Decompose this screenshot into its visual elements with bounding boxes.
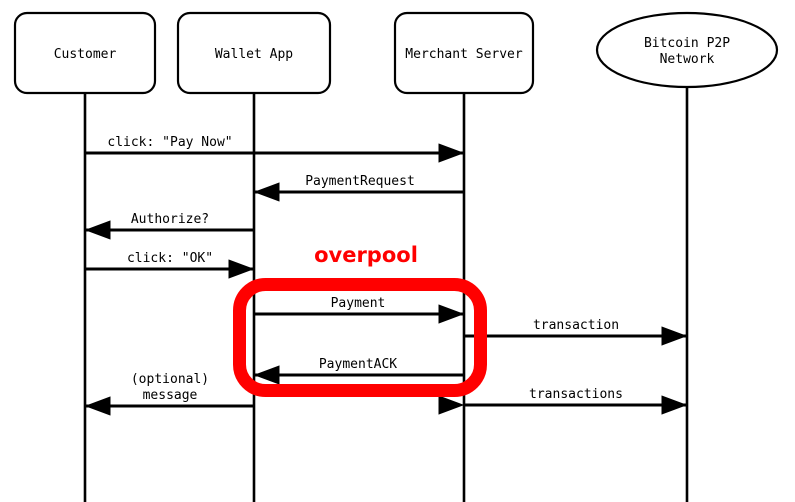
participant-label-customer: Customer <box>54 47 117 62</box>
participant-nodes-group: Customer Wallet App Merchant Server Bitcoin… <box>13 11 779 95</box>
messages-group: click: "Pay Now" PaymentRequest Authorize?… <box>84 135 688 416</box>
message-label-m1: click: "Pay Now" <box>107 135 232 150</box>
message-label-m5: Payment <box>331 296 386 311</box>
overpool-annotation-label: overpool <box>314 243 418 267</box>
participant-label-wallet: Wallet App <box>215 47 293 62</box>
participant-customer[interactable]: Customer <box>13 11 157 95</box>
message-m2: PaymentRequest <box>253 174 464 202</box>
message-m4: click: "OK" <box>85 251 255 279</box>
message-label-m8: message <box>143 388 198 403</box>
participant-merchant[interactable]: Merchant Server <box>393 11 535 95</box>
message-m5: Payment <box>254 296 465 324</box>
message-m7: PaymentACK <box>253 357 464 385</box>
message-label-m7: PaymentACK <box>319 357 397 372</box>
participant-label-merchant: Merchant Server <box>405 47 523 62</box>
participant-label-network: Network <box>660 52 715 67</box>
message-m9: transactions <box>438 387 688 415</box>
participant-wallet[interactable]: Wallet App <box>176 11 332 95</box>
message-m3: Authorize? <box>84 212 254 240</box>
message-m1: click: "Pay Now" <box>85 135 465 163</box>
sequence-diagram: Customer Wallet App Merchant Server Bitcoin… <box>13 11 779 502</box>
message-label-m8: (optional) <box>131 372 209 387</box>
diagram-canvas: Customer Wallet App Merchant Server Bitcoin… <box>0 0 795 502</box>
message-label-m2: PaymentRequest <box>305 174 415 189</box>
message-m6: transaction <box>464 318 688 346</box>
message-label-m3: Authorize? <box>131 212 209 227</box>
message-label-m6: transaction <box>533 318 619 333</box>
participant-network[interactable]: Bitcoin P2PNetwork <box>595 11 779 89</box>
message-label-m9: transactions <box>529 387 623 402</box>
message-label-m4: click: "OK" <box>127 251 213 266</box>
participant-label-network: Bitcoin P2P <box>644 36 730 51</box>
message-m8: (optional)message <box>84 372 254 416</box>
